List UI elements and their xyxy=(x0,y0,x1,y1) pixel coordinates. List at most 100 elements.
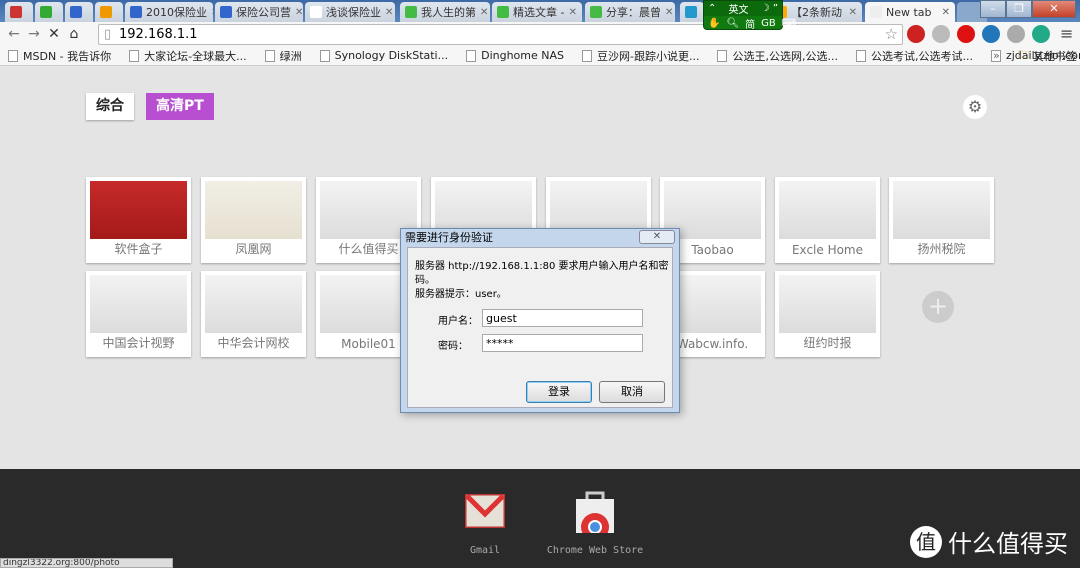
menu-icon[interactable]: ≡ xyxy=(1060,24,1073,43)
bookmark-star-icon[interactable]: ☆ xyxy=(885,25,898,43)
tab-label: 精选文章 - xyxy=(513,6,565,19)
tab[interactable]: 浅谈保险业 ✕ xyxy=(305,2,395,22)
tab[interactable] xyxy=(5,2,33,22)
tab[interactable] xyxy=(680,2,704,22)
home-button[interactable]: ⌂ xyxy=(64,26,84,42)
login-button[interactable]: 登录 xyxy=(526,381,592,403)
tab-close-icon[interactable]: ✕ xyxy=(291,7,303,18)
tile-label: 软件盒子 xyxy=(114,242,163,256)
forward-button[interactable]: → xyxy=(24,26,44,42)
bookmark-item[interactable]: 豆沙网-跟踪小说更... xyxy=(582,48,699,64)
page-icon xyxy=(264,49,275,62)
bookmark-item[interactable]: 公选王,公选网,公选... xyxy=(717,48,838,64)
most-visited-tile[interactable]: 软件盒子 xyxy=(86,177,191,263)
dialog-close-button[interactable]: ✕ xyxy=(639,230,675,244)
password-field[interactable] xyxy=(482,334,643,352)
tab[interactable]: 精选文章 - ✕ xyxy=(492,2,582,22)
search-icon[interactable]: 🔍︎ xyxy=(726,18,739,29)
most-visited-tile[interactable]: Excle Home xyxy=(775,177,880,263)
tab[interactable]: 分享：晨曾 ✕ xyxy=(585,2,675,22)
ime-language[interactable]: 英文 xyxy=(729,1,749,16)
tab-strip: 2010保险业✕保险公司营✕浅谈保险业✕我人生的第✕精选文章 -✕分享：晨曾✕【… xyxy=(0,0,1080,22)
tile-label: 扬州税院 xyxy=(917,242,966,256)
page-icon: ▯ xyxy=(104,27,112,42)
ime-mode[interactable]: 简 xyxy=(745,16,755,31)
tab[interactable] xyxy=(95,2,123,22)
other-bookmarks[interactable]: 🗀 其他书签 xyxy=(1018,46,1077,65)
tab-close-icon[interactable]: ✕ xyxy=(565,7,577,18)
close-window-button[interactable]: ✕ xyxy=(1032,0,1076,18)
app-gmail[interactable]: Gmail xyxy=(455,492,515,556)
cancel-button[interactable]: 取消 xyxy=(599,381,665,403)
most-visited-tile[interactable]: 扬州税院 xyxy=(889,177,994,263)
page-icon xyxy=(129,49,140,62)
tab-close-icon[interactable]: ✕ xyxy=(938,7,950,18)
tile-thumbnail xyxy=(90,181,187,239)
page-icon xyxy=(855,49,866,62)
add-tile-button[interactable]: + xyxy=(922,291,954,323)
segment-hd-pt[interactable]: 高清PT xyxy=(146,93,214,120)
minimize-button[interactable]: – xyxy=(980,0,1006,18)
most-visited-tile[interactable]: 纽约时报 xyxy=(775,271,880,357)
tab-label: 2010保险业 xyxy=(146,6,207,19)
ime-width[interactable]: GB xyxy=(761,18,776,29)
apps-bar: Gmail Chrome Web Store 值什么值得买 xyxy=(0,469,1080,568)
blue-circle-icon xyxy=(70,6,82,18)
tile-thumbnail xyxy=(205,275,302,333)
window-controls: – ❐ ✕ xyxy=(980,0,1076,18)
sync-icon[interactable] xyxy=(932,25,950,43)
tab[interactable]: 2010保险业✕ xyxy=(125,2,213,22)
tab[interactable]: New tab ✕ xyxy=(865,2,955,22)
bookmarks-overflow[interactable]: » xyxy=(993,49,1000,62)
tab-close-icon[interactable]: ✕ xyxy=(476,7,488,18)
dialog-title: 需要进行身份验证 xyxy=(405,231,493,244)
segment-general[interactable]: 综合 xyxy=(86,93,134,120)
gear-icon[interactable]: ⚙ xyxy=(963,95,987,119)
edge-icon[interactable] xyxy=(1032,25,1050,43)
bookmark-item[interactable]: 绿洲 xyxy=(264,48,302,64)
gmail-icon xyxy=(463,492,507,530)
1501-icon[interactable] xyxy=(907,25,925,43)
app-chrome-web-store[interactable]: Chrome Web Store xyxy=(545,491,645,556)
tab-close-icon[interactable]: ✕ xyxy=(207,7,213,18)
ime-toolbar[interactable]: ⌃ 英文 ☽ ” ✋ 🔍︎ 简 GB ⌨ xyxy=(703,0,796,31)
toolbar: ← → ✕ ⌂ ▯ 192.168.1.1 ☆ ≡ xyxy=(0,22,1080,46)
ipa-icon[interactable] xyxy=(982,25,1000,43)
stop-button[interactable]: ✕ xyxy=(44,26,64,42)
most-visited-tile[interactable]: 中华会计网校 xyxy=(201,271,306,357)
maximize-button[interactable]: ❐ xyxy=(1006,0,1032,18)
collapse-icon[interactable]: ⌃ xyxy=(708,3,716,14)
most-visited-tile[interactable]: 中国会计视野 xyxy=(86,271,191,357)
bookmark-item[interactable]: Synology DiskStati... xyxy=(319,48,448,64)
orange-square-icon xyxy=(100,6,112,18)
url-text[interactable]: 192.168.1.1 xyxy=(119,27,198,42)
tab-close-icon[interactable]: ✕ xyxy=(661,7,673,18)
punctuation-icon[interactable]: ☽ ” xyxy=(761,3,778,14)
tab[interactable] xyxy=(35,2,63,22)
keyboard-icon[interactable]: ⌨ xyxy=(782,18,796,29)
bookmark-item[interactable]: Dinghome NAS xyxy=(466,48,564,64)
tab-close-icon[interactable]: ✕ xyxy=(381,7,393,18)
username-field[interactable] xyxy=(482,309,643,327)
gray-icon[interactable] xyxy=(1007,25,1025,43)
most-visited-tile[interactable]: 凤凰网 xyxy=(201,177,306,263)
tab-label: New tab xyxy=(886,5,932,19)
dialog-message: 服务器 http://192.168.1.1:80 要求用户输入用户名和密码。 xyxy=(415,261,669,286)
bookmark-item[interactable]: 公选考试,公选考试... xyxy=(855,48,973,64)
watermark: 值什么值得买 xyxy=(910,524,1068,559)
hand-icon[interactable]: ✋ xyxy=(708,18,720,29)
app-label: Gmail xyxy=(469,545,501,556)
bookmark-item[interactable]: MSDN - 我告诉你 xyxy=(8,48,111,64)
watermark-logo: 值 xyxy=(910,525,942,558)
page-icon xyxy=(319,49,330,62)
tab[interactable] xyxy=(65,2,93,22)
tile-label: 纽约时报 xyxy=(803,336,852,350)
tab[interactable]: 我人生的第 ✕ xyxy=(400,2,490,22)
tab-close-icon[interactable]: ✕ xyxy=(845,7,857,18)
alert-icon[interactable] xyxy=(957,25,975,43)
dialog-hint: 服务器提示：user。 xyxy=(415,289,507,300)
bookmark-item[interactable]: 大家论坛-全球最大... xyxy=(129,48,247,64)
back-button[interactable]: ← xyxy=(4,26,24,42)
tab[interactable]: 保险公司营 ✕ xyxy=(215,2,303,22)
tax-icon xyxy=(10,6,22,18)
